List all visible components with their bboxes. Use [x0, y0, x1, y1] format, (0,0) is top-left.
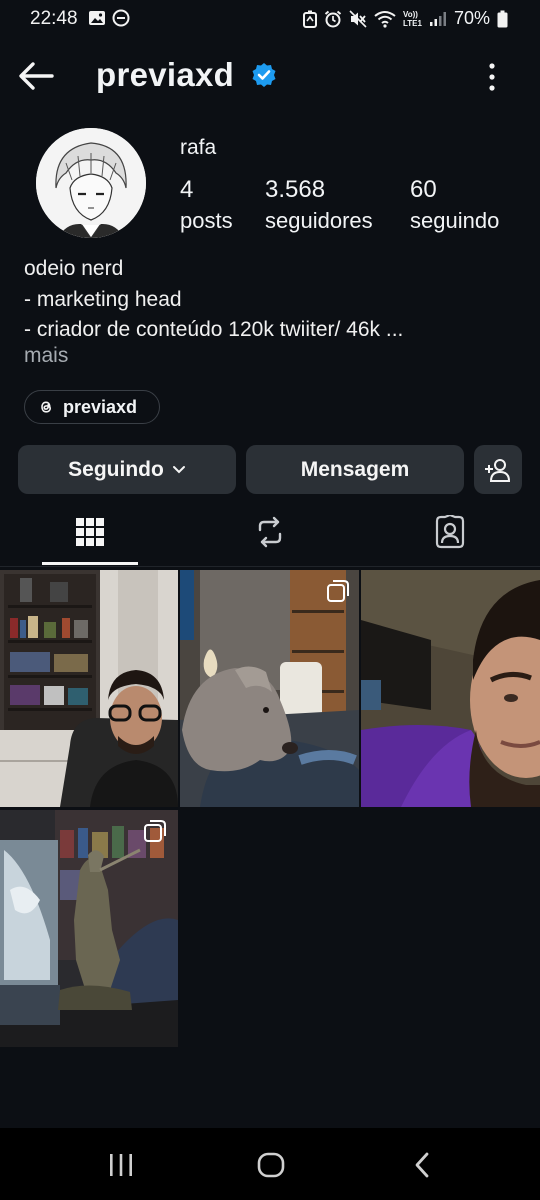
- tab-divider: [0, 566, 540, 567]
- profile-display-name: rafa: [180, 136, 217, 159]
- verified-badge-icon: [252, 63, 276, 87]
- back-arrow-icon[interactable]: [16, 58, 56, 94]
- tab-tagged[interactable]: [420, 510, 480, 554]
- following-button[interactable]: Seguindo: [18, 445, 236, 494]
- status-time: 22:48: [30, 8, 78, 29]
- more-options-icon[interactable]: [480, 60, 504, 94]
- status-right: Vo)) LTE1 70%: [303, 8, 508, 29]
- alarm-icon: [324, 10, 342, 27]
- stat-posts-value: 4: [180, 176, 194, 203]
- volte-bottom-text: LTE1: [403, 18, 422, 28]
- stat-followers-value: 3.568: [265, 176, 326, 203]
- minus-circle-icon: [112, 9, 130, 27]
- suggested-users-button[interactable]: [474, 445, 522, 494]
- bio-line: - criador de conteúdo 120k twiiter/ 46k …: [24, 318, 404, 341]
- battery-percent: 70%: [453, 8, 490, 28]
- profile-avatar[interactable]: [36, 128, 146, 238]
- stat-following[interactable]: 60 seguindo: [410, 176, 499, 234]
- screenshot-icon: [303, 10, 317, 28]
- signal-icon: [429, 11, 446, 26]
- home-icon[interactable]: [257, 1152, 285, 1178]
- post-image: [0, 570, 178, 807]
- threads-icon: [41, 401, 52, 413]
- battery-icon: [497, 10, 508, 27]
- add-person-icon: [485, 458, 511, 482]
- recent-apps-icon[interactable]: [108, 1152, 134, 1178]
- post-image: [0, 810, 178, 1047]
- mute-icon: [349, 9, 367, 28]
- stat-followers[interactable]: 3.568 seguidores: [265, 176, 373, 234]
- post-image: [361, 570, 540, 807]
- back-icon[interactable]: [412, 1152, 432, 1178]
- bio-line: odeio nerd: [24, 257, 124, 280]
- grid-icon: [76, 518, 104, 546]
- profile-username: previaxd: [96, 56, 235, 93]
- wifi-icon: [374, 10, 396, 28]
- status-left-icons: [88, 9, 130, 27]
- threads-profile-chip[interactable]: previaxd: [24, 390, 160, 424]
- reels-repost-icon: [258, 516, 282, 548]
- threads-handle: previaxd: [63, 396, 138, 417]
- volte-top-text: Vo)): [403, 9, 418, 19]
- active-tab-indicator: [42, 562, 138, 565]
- system-navigation-bar: [0, 1128, 540, 1200]
- post-thumbnail[interactable]: [0, 570, 178, 807]
- stat-followers-label: seguidores: [265, 208, 373, 233]
- tagged-icon: [435, 515, 465, 549]
- stat-posts[interactable]: 4 posts: [180, 176, 233, 234]
- carousel-icon: [327, 580, 349, 602]
- bio-line: - marketing head: [24, 287, 182, 311]
- tab-posts-grid[interactable]: [60, 510, 120, 554]
- carousel-icon: [144, 820, 166, 842]
- status-bar: 22:48 Vo)) LTE1 70%: [0, 0, 540, 38]
- post-thumbnail[interactable]: [361, 570, 540, 807]
- post-thumbnail[interactable]: [180, 570, 359, 807]
- volte-icon: Vo)) LTE1: [403, 10, 422, 28]
- following-button-label: Seguindo: [68, 457, 164, 481]
- gallery-icon: [89, 11, 105, 25]
- message-button-label: Mensagem: [300, 457, 410, 481]
- stat-following-value: 60: [410, 176, 437, 203]
- post-image: [180, 570, 359, 807]
- stat-following-label: seguindo: [410, 208, 500, 233]
- tab-reposts[interactable]: [240, 510, 300, 554]
- post-thumbnail[interactable]: [0, 810, 178, 1047]
- stat-posts-label: posts: [180, 208, 233, 233]
- bio-more-link[interactable]: mais: [24, 344, 68, 368]
- chevron-down-icon: [172, 465, 185, 473]
- profile-bio: odeio nerd - marketing head - criador de…: [24, 254, 403, 346]
- avatar-illustration: [36, 128, 146, 238]
- message-button[interactable]: Mensagem: [246, 445, 464, 494]
